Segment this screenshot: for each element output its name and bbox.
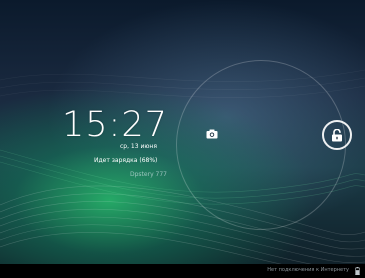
lock-clock: 15:27 [62, 105, 168, 145]
unlock-icon [332, 128, 342, 141]
owner-info: Dpstery 777 [130, 171, 167, 178]
battery-charging-icon [355, 267, 360, 275]
network-status: Нет подключения к Интернету [267, 267, 349, 273]
charging-status: Идет зарядка (68%) [94, 157, 158, 164]
status-bar: Нет подключения к Интернету [0, 264, 365, 278]
unlock-ring [176, 60, 346, 230]
unlock-handle[interactable] [322, 120, 352, 150]
camera-icon[interactable] [206, 129, 218, 139]
lock-date: ср, 13 июня [120, 143, 157, 150]
lock-screen: 15:27 ср, 13 июня Идет зарядка (68%) Dps… [0, 0, 365, 278]
